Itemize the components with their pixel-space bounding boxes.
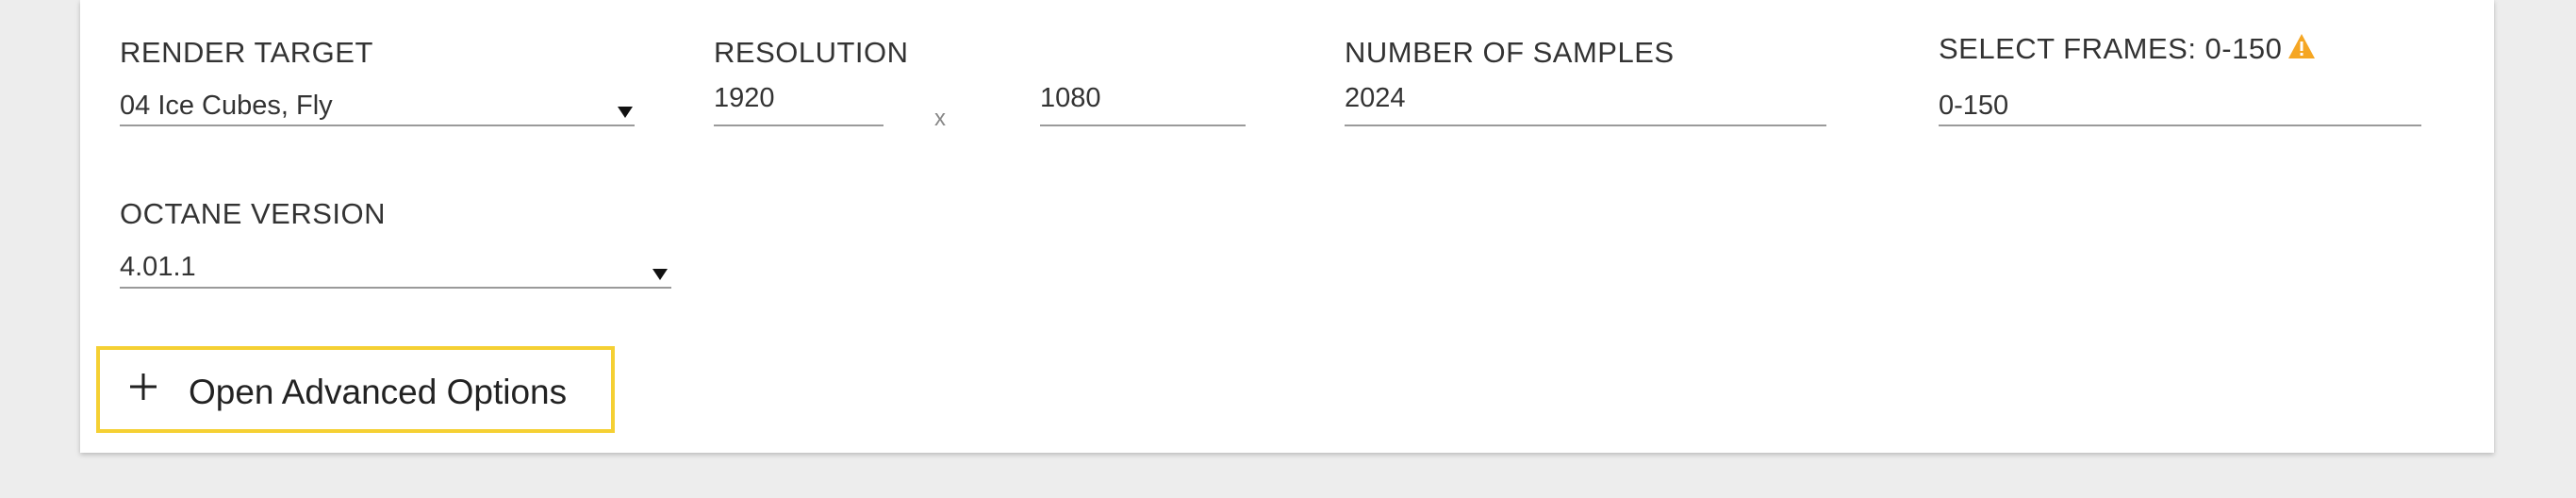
- octane-version-underline: [120, 287, 671, 289]
- frames-underline: [1939, 124, 2421, 126]
- octane-version-select[interactable]: 4.01.1: [120, 252, 196, 283]
- render-target-underline: [120, 124, 635, 126]
- render-target-dropdown-icon[interactable]: [618, 107, 633, 118]
- resolution-height-underline: [1040, 124, 1246, 126]
- render-settings-card: RENDER TARGET 04 Ice Cubes, Fly RESOLUTI…: [80, 0, 2494, 453]
- samples-input[interactable]: 2024: [1345, 83, 1406, 114]
- samples-underline: [1345, 124, 1826, 126]
- samples-label: NUMBER OF SAMPLES: [1345, 36, 1675, 69]
- octane-version-label: OCTANE VERSION: [120, 197, 387, 230]
- open-advanced-options-label: Open Advanced Options: [189, 373, 568, 411]
- octane-version-dropdown-icon[interactable]: [652, 269, 668, 280]
- resolution-width-input[interactable]: 1920: [714, 83, 775, 114]
- frames-input[interactable]: 0-150: [1939, 91, 2008, 122]
- open-advanced-options-button[interactable]: Open Advanced Options: [96, 346, 615, 433]
- render-target-select[interactable]: 04 Ice Cubes, Fly: [120, 91, 333, 122]
- resolution-width-underline: [714, 124, 883, 126]
- render-target-label: RENDER TARGET: [120, 36, 373, 69]
- resolution-height-input[interactable]: 1080: [1040, 83, 1101, 114]
- warning-icon: [2288, 34, 2315, 58]
- plus-icon: [130, 374, 157, 400]
- resolution-label: RESOLUTION: [714, 36, 909, 69]
- resolution-separator: x: [934, 106, 946, 131]
- frames-label: SELECT FRAMES: 0-150: [1939, 32, 2283, 65]
